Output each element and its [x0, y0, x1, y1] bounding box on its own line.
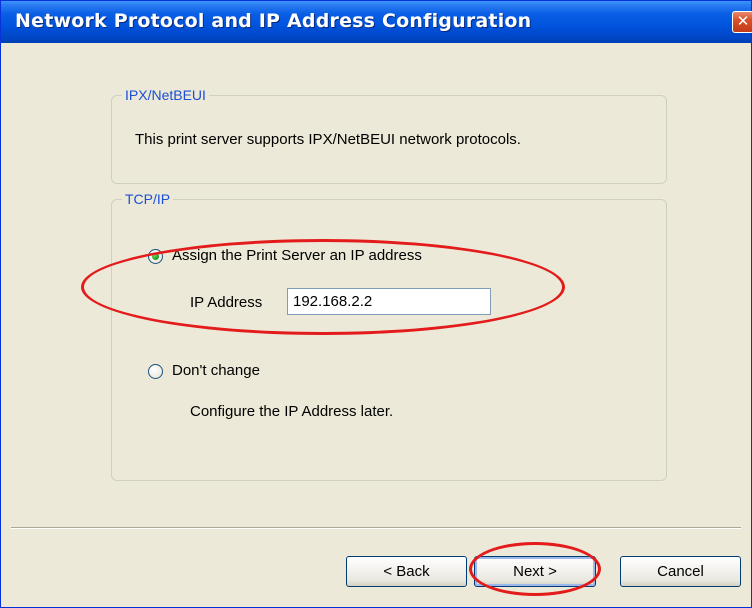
back-button[interactable]: < Back — [346, 556, 467, 587]
ipx-group-legend: IPX/NetBEUI — [125, 87, 206, 103]
dont-change-label[interactable]: Don't change — [172, 362, 260, 379]
cancel-button[interactable]: Cancel — [620, 556, 741, 587]
close-icon[interactable]: ✕ — [732, 11, 752, 33]
dont-change-note: Configure the IP Address later. — [190, 403, 394, 420]
tcp-group-legend: TCP/IP — [125, 191, 171, 207]
dont-change-radio[interactable] — [148, 364, 163, 379]
dialog-window: Network Protocol and IP Address Configur… — [0, 0, 752, 608]
next-button[interactable]: Next > — [474, 556, 596, 587]
radio-selected-dot — [152, 253, 159, 260]
ipx-description: This print server supports IPX/NetBEUI n… — [135, 131, 521, 148]
assign-ip-label[interactable]: Assign the Print Server an IP address — [172, 247, 422, 264]
assign-ip-radio[interactable] — [148, 249, 163, 264]
ip-address-label: IP Address — [190, 294, 263, 311]
tcpip-group: TCP/IP — [111, 191, 667, 481]
window-title: Network Protocol and IP Address Configur… — [15, 10, 532, 32]
button-separator — [11, 527, 741, 529]
title-bar[interactable]: Network Protocol and IP Address Configur… — [1, 1, 752, 43]
dialog-body: IPX/NetBEUI This print server supports I… — [1, 43, 751, 607]
ip-address-field[interactable] — [287, 288, 491, 315]
